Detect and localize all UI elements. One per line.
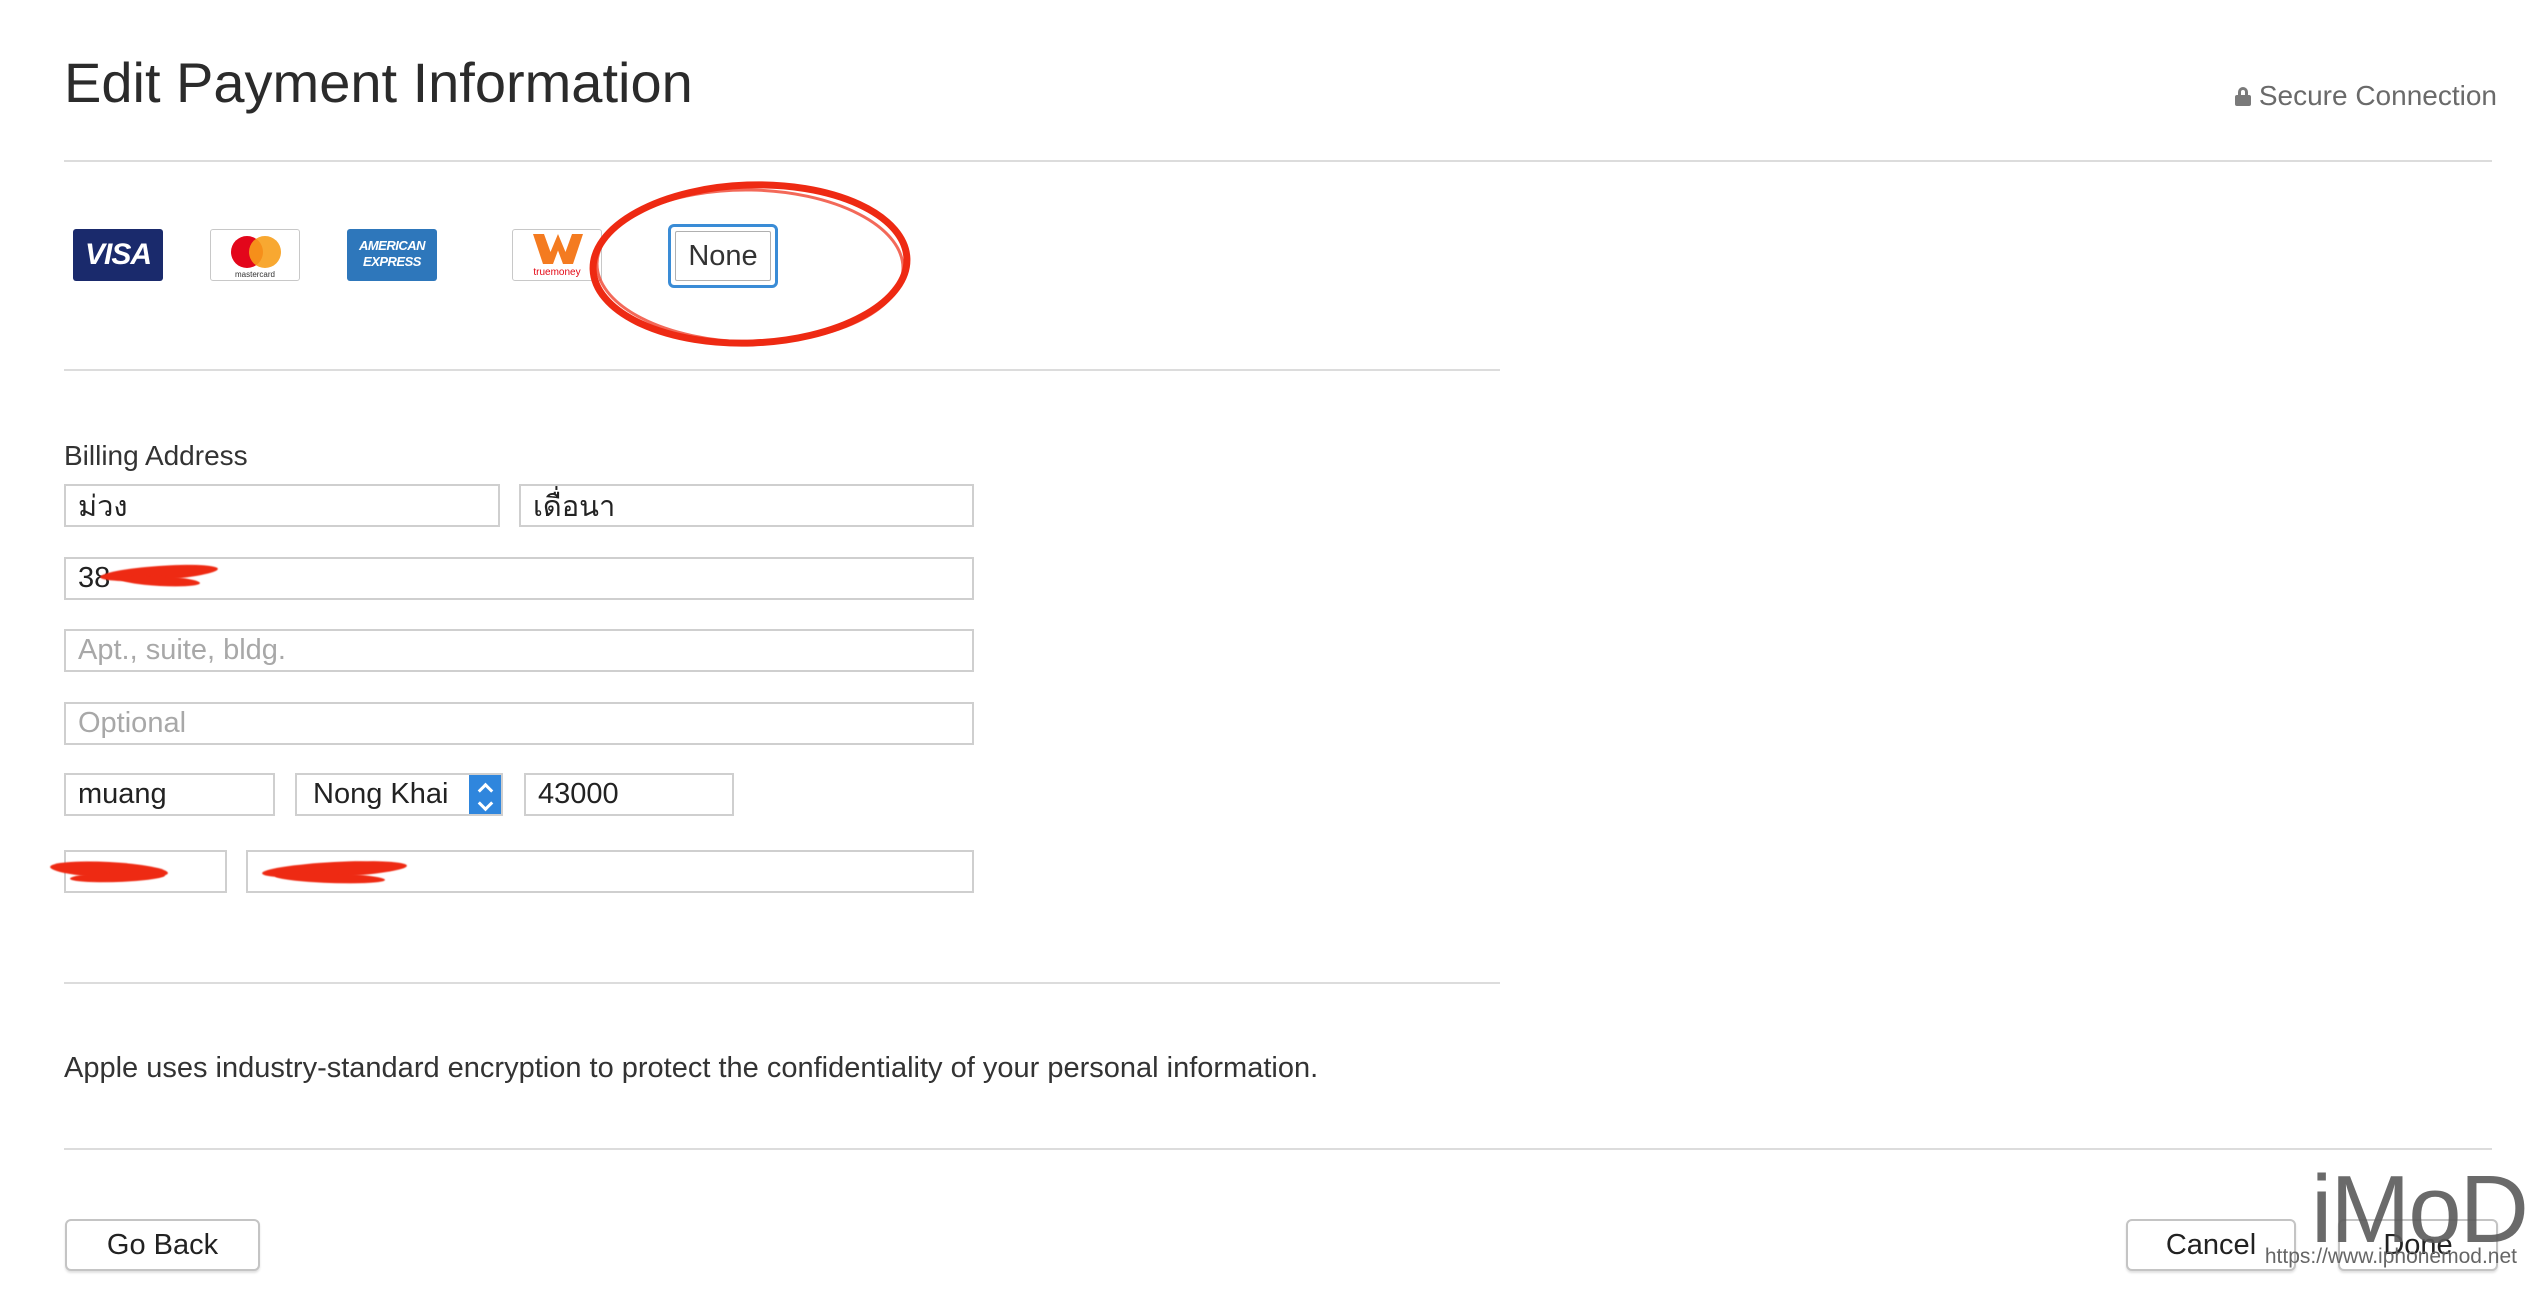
lock-icon xyxy=(2234,86,2251,106)
amex-logo-line1: AMERICAN xyxy=(358,238,426,253)
visa-logo: VISA xyxy=(84,238,152,271)
encryption-note: Apple uses industry-standard encryption … xyxy=(64,1052,1319,1084)
street2-field[interactable] xyxy=(64,629,974,672)
secure-connection: Secure Connection xyxy=(2234,80,2497,112)
visa-option[interactable]: VISA xyxy=(73,229,163,281)
page-title: Edit Payment Information xyxy=(64,51,693,114)
province-select[interactable]: Nong Khai xyxy=(295,773,503,816)
payment-divider xyxy=(64,369,1500,371)
footer-divider xyxy=(64,1148,2492,1150)
first-name-field[interactable] xyxy=(64,484,500,527)
header-divider xyxy=(64,160,2492,162)
secure-connection-label: Secure Connection xyxy=(2258,80,2497,111)
go-back-button[interactable]: Go Back xyxy=(65,1219,260,1271)
select-stepper-icon xyxy=(469,775,501,814)
billing-address-heading: Billing Address xyxy=(64,440,248,471)
postal-code-field[interactable] xyxy=(524,773,734,816)
watermark-url: https://www.iphonemod.net xyxy=(2264,1245,2517,1268)
mastercard-option[interactable]: mastercard xyxy=(210,229,300,281)
mastercard-text: mastercard xyxy=(234,270,275,279)
amex-option[interactable]: AMERICAN EXPRESS xyxy=(347,229,437,281)
last-name-field[interactable] xyxy=(519,484,974,527)
annotation-circle xyxy=(589,181,911,347)
street3-field[interactable] xyxy=(64,702,974,745)
billing-divider xyxy=(64,982,1500,984)
city-field[interactable] xyxy=(64,773,275,816)
province-value: Nong Khai xyxy=(313,778,449,810)
amex-logo-line2: EXPRESS xyxy=(363,254,421,269)
truemoney-logo xyxy=(533,234,583,264)
street-field[interactable] xyxy=(64,557,974,600)
